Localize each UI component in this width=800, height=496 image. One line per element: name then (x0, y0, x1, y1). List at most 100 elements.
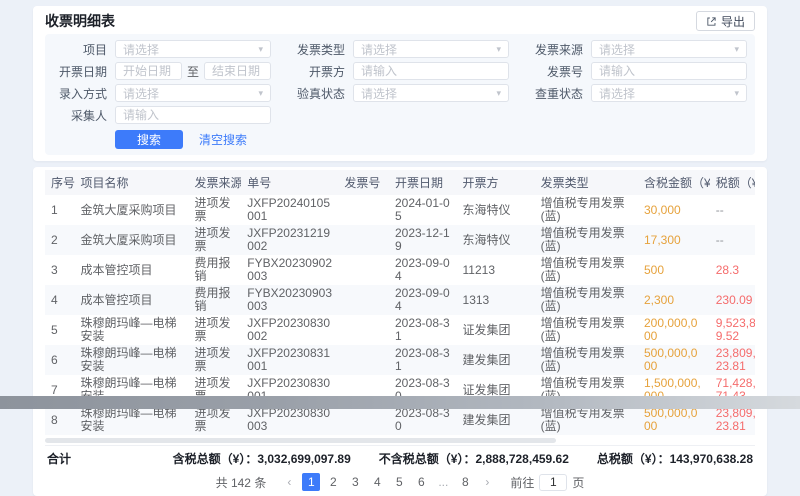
filter-invoice-source-label: 发票来源 (523, 41, 583, 58)
page-number[interactable]: 4 (368, 473, 386, 491)
col-invoice-date: 2023-08-31 (389, 315, 457, 345)
col-project-name: 珠穆朗玛峰—电梯安装 (75, 315, 189, 345)
col-issuer: 1313 (457, 285, 535, 315)
export-button[interactable]: 导出 (696, 11, 755, 31)
col-issuer: 建发集团 (457, 345, 535, 375)
page-number[interactable]: 8 (456, 473, 474, 491)
invoice-detail-page: 收票明细表 导出 项目 请选择 ▾ (0, 0, 800, 496)
col-invoice-date: 2023-09-04 (389, 285, 457, 315)
col-amount-with-tax: 17,300 (638, 225, 710, 255)
col-tax-amount: 9,523,809.52 (710, 315, 755, 345)
col-amount-with-tax: 500,000,000 (638, 345, 710, 375)
page-number[interactable]: 6 (412, 473, 430, 491)
col-issuer: 11213 (457, 255, 535, 285)
filter-dedupe-status: 查重状态 请选择 ▾ (523, 84, 747, 102)
page-number[interactable]: 3 (346, 473, 364, 491)
horizontal-scrollbar[interactable] (45, 438, 755, 443)
col-tax-amount: 28.3 (710, 255, 755, 285)
col-invoice-type: 增值税专用发票(蓝) (535, 285, 638, 315)
invoice-date-start-input[interactable] (115, 62, 182, 80)
collector-input[interactable] (115, 106, 271, 124)
date-range-separator: 至 (187, 63, 199, 80)
filter-panel: 项目 请选择 ▾ 发票类型 请选择 ▾ 发票来源 请选 (45, 34, 755, 155)
col-tax-amount: 23,809,523.81 (710, 345, 755, 375)
dedupe-status-select[interactable]: 请选择 ▾ (591, 84, 747, 102)
filter-project: 项目 请选择 ▾ (47, 40, 271, 58)
summary-row: 合计 含税总额（¥）：3,032,699,097.89 不含税总额（¥）：2,8… (45, 445, 755, 470)
col-invoice-date: 2023-12-19 (389, 225, 457, 255)
export-button-label: 导出 (721, 13, 745, 30)
invoice-source-select[interactable]: 请选择 ▾ (591, 40, 747, 58)
col-invoice-type: 增值税专用发票(蓝) (535, 225, 638, 255)
col-invoice-source: 进项发票 (189, 315, 242, 345)
pager-next-button[interactable]: › (478, 473, 496, 491)
taskbar (0, 396, 800, 409)
verify-status-select-placeholder: 请选择 (361, 85, 397, 102)
entry-method-select[interactable]: 请选择 ▾ (115, 84, 271, 102)
filter-invoice-number-label: 发票号 (523, 63, 583, 80)
col-invoice-no (338, 195, 389, 225)
table-row[interactable]: 5珠穆朗玛峰—电梯安装进项发票JXFP202308300022023-08-31… (45, 315, 755, 345)
col-invoice-date: 2023-08-30 (389, 405, 457, 435)
table-row[interactable]: 2金筑大厦采购项目进项发票JXFP202312190022023-12-19东海… (45, 225, 755, 255)
page-number[interactable]: 5 (390, 473, 408, 491)
col-project-name: 金筑大厦采购项目 (75, 225, 189, 255)
chevron-down-icon: ▾ (258, 88, 263, 99)
col-issuer: 建发集团 (457, 405, 535, 435)
pagination: 共 142 条 ‹ 123456...8 › 前往 页 (45, 470, 755, 493)
col-invoice-type: 增值税专用发票(蓝) (535, 255, 638, 285)
column-header-col-issuer: 开票方 (457, 170, 535, 195)
table-row[interactable]: 4成本管控项目费用报销FYBX202309030032023-09-041313… (45, 285, 755, 315)
filter-collector-label: 采集人 (47, 107, 107, 124)
page-number[interactable]: 2 (324, 473, 342, 491)
col-invoice-source: 费用报销 (189, 285, 242, 315)
search-button[interactable]: 搜索 (115, 130, 183, 149)
table-row[interactable]: 3成本管控项目费用报销FYBX202309020032023-09-041121… (45, 255, 755, 285)
summary-total-label: 合计 (47, 450, 71, 467)
col-tax-amount: 23,809,523.81 (710, 405, 755, 435)
invoice-number-input[interactable] (591, 62, 747, 80)
col-invoice-type: 增值税专用发票(蓝) (535, 195, 638, 225)
col-order-no: FYBX20230902003 (241, 255, 338, 285)
table-row[interactable]: 1金筑大厦采购项目进项发票JXFP202401050012024-01-05东海… (45, 195, 755, 225)
invoice-type-select[interactable]: 请选择 ▾ (353, 40, 509, 58)
pager-goto: 前往 页 (510, 474, 584, 491)
col-index: 2 (45, 225, 75, 255)
issuer-input[interactable] (353, 62, 509, 80)
table-row[interactable]: 6珠穆朗玛峰—电梯安装进项发票JXFP202308310012023-08-31… (45, 345, 755, 375)
col-amount-with-tax: 2,300 (638, 285, 710, 315)
table-row[interactable]: 8珠穆朗玛峰—电梯安装进项发票JXFP202308300032023-08-30… (45, 405, 755, 435)
page-title: 收票明细表 (45, 11, 115, 31)
pager-prev-button[interactable]: ‹ (280, 473, 298, 491)
filter-invoice-type-label: 发票类型 (285, 41, 345, 58)
column-header-col-invoice-no: 发票号 (338, 170, 389, 195)
col-index: 8 (45, 405, 75, 435)
col-invoice-type: 增值税专用发票(蓝) (535, 405, 638, 435)
page-number[interactable]: 1 (302, 473, 320, 491)
col-invoice-no (338, 405, 389, 435)
pager-goto-input[interactable] (539, 474, 567, 491)
invoice-type-select-placeholder: 请选择 (361, 41, 397, 58)
verify-status-select[interactable]: 请选择 ▾ (353, 84, 509, 102)
filter-invoice-source: 发票来源 请选择 ▾ (523, 40, 747, 58)
col-order-no: JXFP20240105001 (241, 195, 338, 225)
col-invoice-date: 2024-01-05 (389, 195, 457, 225)
chevron-down-icon: ▾ (258, 44, 263, 55)
column-header-col-invoice-type: 发票类型 (535, 170, 638, 195)
pager-goto-prefix: 前往 (510, 474, 534, 491)
summary-total-tax: 总税额（¥）：143,970,638.28 (597, 450, 753, 467)
horizontal-scrollbar-thumb[interactable] (45, 438, 556, 443)
invoice-date-end-input[interactable] (204, 62, 271, 80)
clear-search-button[interactable]: 清空搜索 (199, 131, 247, 148)
pagination-total: 共 142 条 (216, 474, 267, 491)
project-select[interactable]: 请选择 ▾ (115, 40, 271, 58)
col-invoice-source: 进项发票 (189, 405, 242, 435)
filter-invoice-date: 开票日期 至 (47, 62, 271, 80)
col-invoice-type: 增值税专用发票(蓝) (535, 345, 638, 375)
col-tax-amount: 230.09 (710, 285, 755, 315)
filter-entry-method: 录入方式 请选择 ▾ (47, 84, 271, 102)
col-invoice-no (338, 345, 389, 375)
col-order-no: JXFP20230831001 (241, 345, 338, 375)
col-issuer: 证发集团 (457, 315, 535, 345)
col-project-name: 成本管控项目 (75, 285, 189, 315)
